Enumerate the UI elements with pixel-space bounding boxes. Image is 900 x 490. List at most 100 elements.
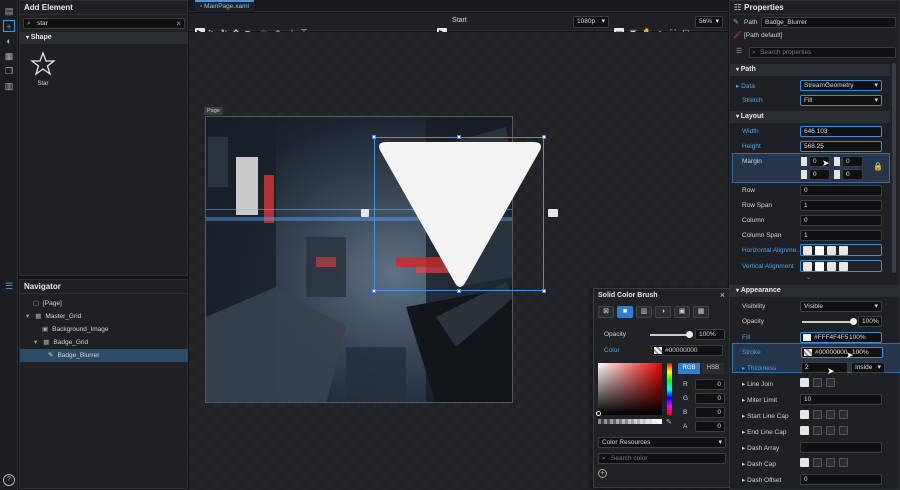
visibility-select[interactable]: Visible	[800, 301, 882, 312]
layers-icon[interactable]: ▤	[3, 5, 15, 17]
resolution-select[interactable]: 1080p	[573, 16, 609, 28]
palette-icon[interactable]: ◐	[3, 35, 15, 47]
media-icon[interactable]: ▦	[3, 50, 15, 62]
clear-search-icon[interactable]: ×	[176, 19, 181, 28]
resize-handle[interactable]	[457, 289, 461, 293]
colspan-input[interactable]: 1	[800, 230, 882, 241]
radial-gradient-icon[interactable]: ◑	[655, 306, 671, 318]
opacity-slider[interactable]	[802, 321, 854, 323]
collapse-chevron-icon[interactable]: ⌄	[806, 274, 811, 281]
channel-b-input[interactable]: 0	[695, 407, 725, 418]
join-miter-icon[interactable]	[800, 378, 809, 387]
stroke-input[interactable]: #00000000	[801, 347, 883, 358]
channel-r-input[interactable]: 0	[695, 379, 725, 390]
add-element-icon[interactable]: +	[3, 20, 15, 32]
stroke-position-select[interactable]: Inside	[851, 362, 885, 373]
tab-mainpage[interactable]: ▫ MainPage.xaml	[195, 0, 254, 12]
resize-handle[interactable]	[542, 289, 546, 293]
opacity-thumb[interactable]	[850, 318, 857, 325]
navigator-icon[interactable]: ☰	[3, 280, 15, 292]
align-left-icon[interactable]	[803, 246, 812, 255]
linear-gradient-icon[interactable]: ▥	[636, 306, 652, 318]
star-shape-item[interactable]: Star	[26, 51, 60, 91]
cap-square-icon[interactable]	[813, 410, 822, 419]
height-input[interactable]: 568.25	[800, 141, 882, 152]
close-icon[interactable]: ×	[720, 290, 725, 300]
rgb-mode-button[interactable]: RGB	[678, 363, 700, 374]
dasharray-input[interactable]	[800, 442, 882, 453]
join-bevel-icon[interactable]	[813, 378, 822, 387]
picker-cursor[interactable]	[596, 411, 601, 416]
eyedropper-icon[interactable]: ✎	[666, 418, 672, 426]
cap-flat-icon[interactable]	[800, 458, 809, 467]
row-input[interactable]: 0	[800, 185, 882, 196]
rowspan-input[interactable]: 1	[800, 200, 882, 211]
dashoffset-input[interactable]: 0	[800, 474, 882, 485]
add-color-resource-icon[interactable]: +	[598, 469, 607, 478]
fill-input[interactable]: #FFF4F4F5	[800, 332, 882, 343]
popup-opacity-thumb[interactable]	[686, 331, 693, 338]
tree-item-badge-blurrer[interactable]: ✎ Badge_Blurrer	[20, 349, 188, 362]
alpha-slider[interactable]	[598, 419, 662, 424]
channel-a-input[interactable]: 0	[695, 421, 725, 432]
image-brush-icon[interactable]: ▣	[674, 306, 690, 318]
align-bottom-icon[interactable]	[827, 262, 836, 271]
shape-section-header[interactable]: ▾ Shape	[20, 32, 187, 44]
stretch-select[interactable]: Fill	[800, 95, 882, 106]
align-hstretch-icon[interactable]	[839, 246, 848, 255]
style-label[interactable]: [Path default]	[744, 32, 782, 39]
align-hcenter-icon[interactable]	[815, 246, 824, 255]
hue-slider[interactable]	[667, 363, 672, 415]
align-vstretch-icon[interactable]	[839, 262, 848, 271]
element-search-input[interactable]: star	[37, 20, 48, 27]
resize-handle[interactable]	[542, 135, 546, 139]
align-right-icon[interactable]	[827, 246, 836, 255]
color-search-input[interactable]: ⌕ Search color	[598, 453, 726, 464]
margin-bottom-input[interactable]: 0	[842, 169, 863, 180]
popup-color-input[interactable]: #00000000	[651, 345, 723, 356]
popup-opacity-slider[interactable]	[650, 334, 690, 336]
properties-search-input[interactable]: ⌕ Search properties	[749, 47, 896, 58]
no-brush-icon[interactable]: ⊠	[598, 306, 614, 318]
zoom-select[interactable]: 56%	[695, 16, 723, 28]
hsb-mode-button[interactable]: HSB	[702, 363, 724, 374]
cap-flat-icon[interactable]	[800, 410, 809, 419]
opacity-input[interactable]: 100%	[858, 316, 882, 327]
width-input[interactable]: 646.103	[800, 126, 882, 137]
media-brush-icon[interactable]: ▦	[693, 306, 709, 318]
column-input[interactable]: 0	[800, 215, 882, 226]
color-resources-select[interactable]: Color Resources	[598, 437, 726, 448]
resize-handle[interactable]	[372, 289, 376, 293]
cap-round-icon[interactable]	[826, 426, 835, 435]
selection-bounds[interactable]	[374, 137, 544, 291]
cap-round-icon[interactable]	[826, 458, 835, 467]
align-vcenter-icon[interactable]	[815, 262, 824, 271]
cap-square-icon[interactable]	[813, 426, 822, 435]
filter-icon[interactable]: ☰	[736, 47, 742, 55]
layout-section-header[interactable]: ▾ Layout	[730, 111, 890, 123]
cap-triangle-icon[interactable]	[839, 458, 848, 467]
resize-handle[interactable]	[372, 135, 376, 139]
data-select[interactable]: StreamGeometry	[800, 80, 882, 91]
resize-handle[interactable]	[457, 135, 461, 139]
align-top-icon[interactable]	[803, 262, 812, 271]
solid-brush-icon[interactable]: ■	[617, 306, 633, 318]
margin-top-input[interactable]: 0	[842, 156, 863, 167]
copy-icon[interactable]: ❐	[3, 65, 15, 77]
thickness-input[interactable]: 2	[801, 362, 848, 373]
scrollbar[interactable]	[892, 63, 896, 273]
badge-blurrer-triangle[interactable]	[375, 138, 545, 292]
cap-triangle-icon[interactable]	[839, 410, 848, 419]
cap-square-icon[interactable]	[813, 458, 822, 467]
element-name-input[interactable]: Badge_Blurrer	[761, 17, 896, 28]
cap-triangle-icon[interactable]	[839, 426, 848, 435]
cap-round-icon[interactable]	[826, 410, 835, 419]
miterlimit-input[interactable]: 10	[800, 394, 882, 405]
channel-g-input[interactable]: 0	[695, 393, 725, 404]
appearance-section-header[interactable]: ▾ Appearance	[730, 285, 900, 297]
database-icon[interactable]: ▥	[3, 80, 15, 92]
join-round-icon[interactable]	[826, 378, 835, 387]
popup-opacity-input[interactable]: 100%	[695, 329, 725, 340]
path-section-header[interactable]: ▾ Path	[730, 64, 890, 76]
margin-right-input[interactable]: 0	[809, 169, 830, 180]
